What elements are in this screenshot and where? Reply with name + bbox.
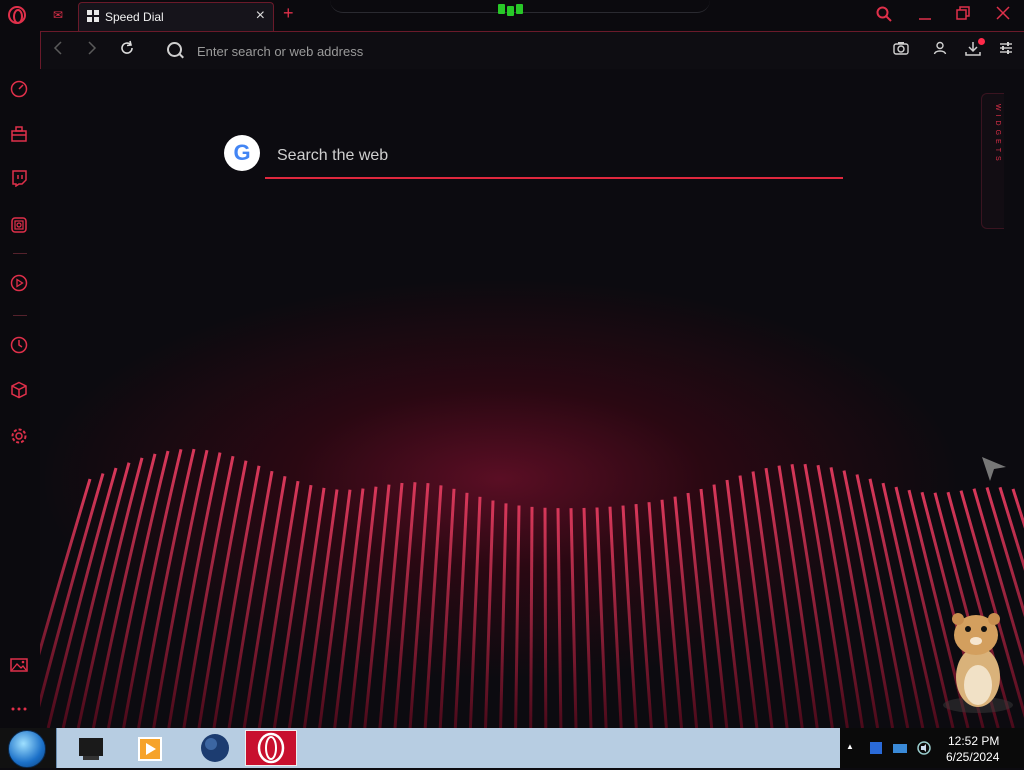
easy-setup-icon[interactable] <box>999 41 1013 58</box>
forward-icon[interactable] <box>87 40 97 61</box>
wave-line <box>751 471 789 728</box>
wave-line <box>107 450 170 728</box>
wave-line <box>699 488 729 728</box>
more-icon[interactable] <box>9 698 29 718</box>
clock-date[interactable]: 6/25/2024 <box>946 750 999 764</box>
tab-speed-dial[interactable]: Speed Dial × <box>78 2 274 31</box>
media-player-icon[interactable] <box>133 730 169 766</box>
wave-line <box>855 474 910 728</box>
wave-line <box>712 484 744 728</box>
speedometer-icon[interactable] <box>9 80 29 100</box>
twitch-icon[interactable] <box>9 169 29 189</box>
tab-title: Speed Dial <box>105 10 164 24</box>
windows-taskbar: ▲ 12:52 PM 6/25/2024 <box>0 728 1024 768</box>
wave-line <box>152 449 209 728</box>
tab-bar: ✉ Speed Dial × + <box>0 0 1024 31</box>
web-search-input[interactable] <box>275 141 819 171</box>
globe-app-icon[interactable] <box>197 730 233 766</box>
wallpaper-icon[interactable] <box>9 656 29 676</box>
speed-dial-grid-icon <box>87 10 99 22</box>
search-engine-button[interactable]: G <box>224 135 260 171</box>
wave-line <box>829 467 880 728</box>
terminal-app-icon[interactable] <box>73 730 109 766</box>
tray-app-icon[interactable] <box>868 740 884 756</box>
tab-close-icon[interactable]: × <box>256 7 265 25</box>
wave-line <box>569 508 578 728</box>
wave-line <box>595 507 608 728</box>
gx-status-icon <box>498 4 524 16</box>
wave-line <box>303 489 339 728</box>
wave-line <box>842 470 895 728</box>
address-bar <box>40 31 1024 69</box>
history-icon[interactable] <box>9 336 29 356</box>
wave-line <box>582 507 593 728</box>
download-badge <box>978 38 985 45</box>
wave-line <box>543 507 548 728</box>
widgets-tab[interactable]: WIDGETS <box>981 93 1004 229</box>
snapshot-icon[interactable] <box>893 41 909 58</box>
sidebar-divider <box>13 253 27 254</box>
wave-line <box>363 484 391 728</box>
wave-line <box>499 503 508 728</box>
close-window-icon[interactable] <box>996 6 1010 25</box>
opera-gx-taskbar-button[interactable] <box>245 730 297 766</box>
wave-line <box>348 486 378 728</box>
wave-line <box>423 485 443 728</box>
wave-line <box>686 492 714 728</box>
wave-line <box>287 487 326 728</box>
start-button[interactable] <box>8 730 46 768</box>
volume-icon[interactable] <box>916 740 932 756</box>
google-icon: G <box>233 140 251 165</box>
instagram-icon[interactable] <box>9 216 29 236</box>
new-tab-button[interactable]: + <box>283 3 294 24</box>
taskbar-strip <box>56 728 841 768</box>
web-search-box <box>265 139 843 179</box>
system-tray: ▲ 12:52 PM 6/25/2024 <box>840 728 1024 768</box>
minimize-icon[interactable] <box>918 6 932 27</box>
account-icon[interactable] <box>933 41 947 58</box>
wave-line <box>484 500 495 728</box>
restore-icon[interactable] <box>956 6 970 25</box>
wave-line <box>556 508 563 728</box>
reload-icon[interactable] <box>119 40 135 61</box>
wave-line <box>438 488 456 728</box>
wave-line <box>333 488 365 728</box>
wave-line <box>634 504 653 728</box>
wave-line <box>318 489 352 728</box>
address-search-icon <box>167 42 182 57</box>
opera-menu-icon[interactable] <box>8 6 26 24</box>
gx-cursor-icon <box>982 457 1006 481</box>
sidebar <box>0 31 40 728</box>
wave-line <box>529 506 534 728</box>
sidebar-divider <box>13 315 27 316</box>
back-icon[interactable] <box>53 40 63 61</box>
wave-line <box>468 496 482 728</box>
settings-icon[interactable] <box>9 427 29 447</box>
player-icon[interactable] <box>9 274 29 294</box>
tab-search-icon[interactable] <box>876 6 892 27</box>
wave-line <box>453 492 469 728</box>
gx-corner-icon[interactable]: ✉ <box>50 8 66 22</box>
wave-line <box>621 505 638 728</box>
wave-line <box>738 475 774 728</box>
widgets-label: WIDGETS <box>994 104 1001 165</box>
hamster-sticker <box>943 613 1013 713</box>
tray-expand-icon[interactable]: ▲ <box>846 742 854 751</box>
wave-line <box>725 479 759 728</box>
clock-time[interactable]: 12:52 PM <box>948 734 999 748</box>
address-input[interactable] <box>195 40 699 62</box>
wave-line <box>514 505 521 728</box>
speed-dial-page: G WIDGETS <box>40 69 1024 728</box>
wave-line <box>167 452 222 728</box>
network-icon[interactable] <box>892 740 908 756</box>
wave-line <box>608 506 623 728</box>
extensions-icon[interactable] <box>9 381 29 401</box>
gx-control-icon[interactable] <box>9 125 29 145</box>
